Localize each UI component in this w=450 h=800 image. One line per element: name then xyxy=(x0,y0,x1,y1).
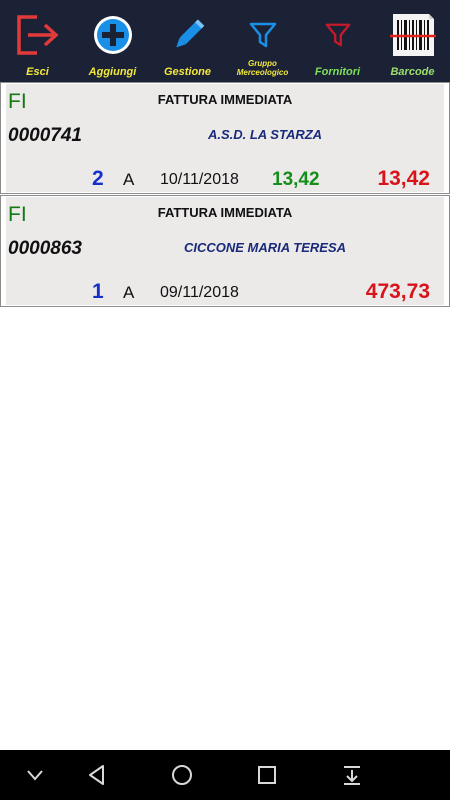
toolbar: Esci Aggiungi Gestione Gruppo Merceologi… xyxy=(0,0,450,82)
list-item[interactable]: FI FATTURA IMMEDIATA 0000741 A.S.D. LA S… xyxy=(0,82,450,194)
doc-count: 2 xyxy=(92,167,104,190)
add-icon xyxy=(75,12,150,58)
notifications-pull-icon xyxy=(344,766,360,785)
home-icon xyxy=(172,765,192,785)
doc-type-label: FATTURA IMMEDIATA xyxy=(157,92,293,107)
barcode-button[interactable]: Barcode xyxy=(375,0,450,82)
list-item[interactable]: FI FATTURA IMMEDIATA 0000863 CICCONE MAR… xyxy=(0,195,450,307)
suppliers-label: Fornitori xyxy=(314,66,361,78)
back-button[interactable] xyxy=(72,750,122,800)
pencil-icon xyxy=(150,12,225,58)
list-item-body: FI FATTURA IMMEDIATA 0000741 A.S.D. LA S… xyxy=(6,84,444,192)
barcode-label: Barcode xyxy=(390,66,435,78)
manage-button[interactable]: Gestione xyxy=(150,0,225,82)
exit-icon xyxy=(0,12,75,58)
add-button[interactable]: Aggiungi xyxy=(75,0,150,82)
hide-nav-button[interactable] xyxy=(10,750,60,800)
system-nav-bar xyxy=(0,750,450,800)
exit-label: Esci xyxy=(26,66,49,78)
add-label: Aggiungi xyxy=(88,66,137,78)
doc-letter: A xyxy=(123,170,135,189)
barcode-icon xyxy=(375,12,450,58)
customer-name: CICCONE MARIA TERESA xyxy=(183,240,347,255)
product-group-label: Gruppo Merceologico xyxy=(236,59,289,77)
doc-count: 1 xyxy=(92,280,104,303)
doc-number: 0000741 xyxy=(8,125,82,146)
product-group-button[interactable]: Gruppo Merceologico xyxy=(225,0,300,82)
back-icon xyxy=(89,765,104,785)
amount-total: 473,73 xyxy=(365,280,430,303)
filter-icon xyxy=(300,12,375,58)
amount-partial: 13,42 xyxy=(272,169,320,190)
amount-total: 13,42 xyxy=(377,167,430,190)
doc-letter: A xyxy=(123,283,135,302)
recents-button[interactable] xyxy=(242,750,292,800)
home-button[interactable] xyxy=(157,750,207,800)
doc-date: 09/11/2018 xyxy=(160,284,239,301)
recents-icon xyxy=(258,766,276,784)
doc-type-label: FATTURA IMMEDIATA xyxy=(157,205,293,220)
document-list: FI FATTURA IMMEDIATA 0000741 A.S.D. LA S… xyxy=(0,82,450,307)
exit-button[interactable]: Esci xyxy=(0,0,75,82)
list-item-body: FI FATTURA IMMEDIATA 0000863 CICCONE MAR… xyxy=(6,197,444,305)
suppliers-button[interactable]: Fornitori xyxy=(300,0,375,82)
filter-icon xyxy=(225,12,300,58)
customer-name: A.S.D. LA STARZA xyxy=(207,127,323,142)
chevron-down-icon xyxy=(27,770,43,781)
doc-date: 10/11/2018 xyxy=(160,171,239,188)
notifications-button[interactable] xyxy=(327,750,377,800)
doc-number: 0000863 xyxy=(8,238,82,259)
manage-label: Gestione xyxy=(163,66,212,78)
